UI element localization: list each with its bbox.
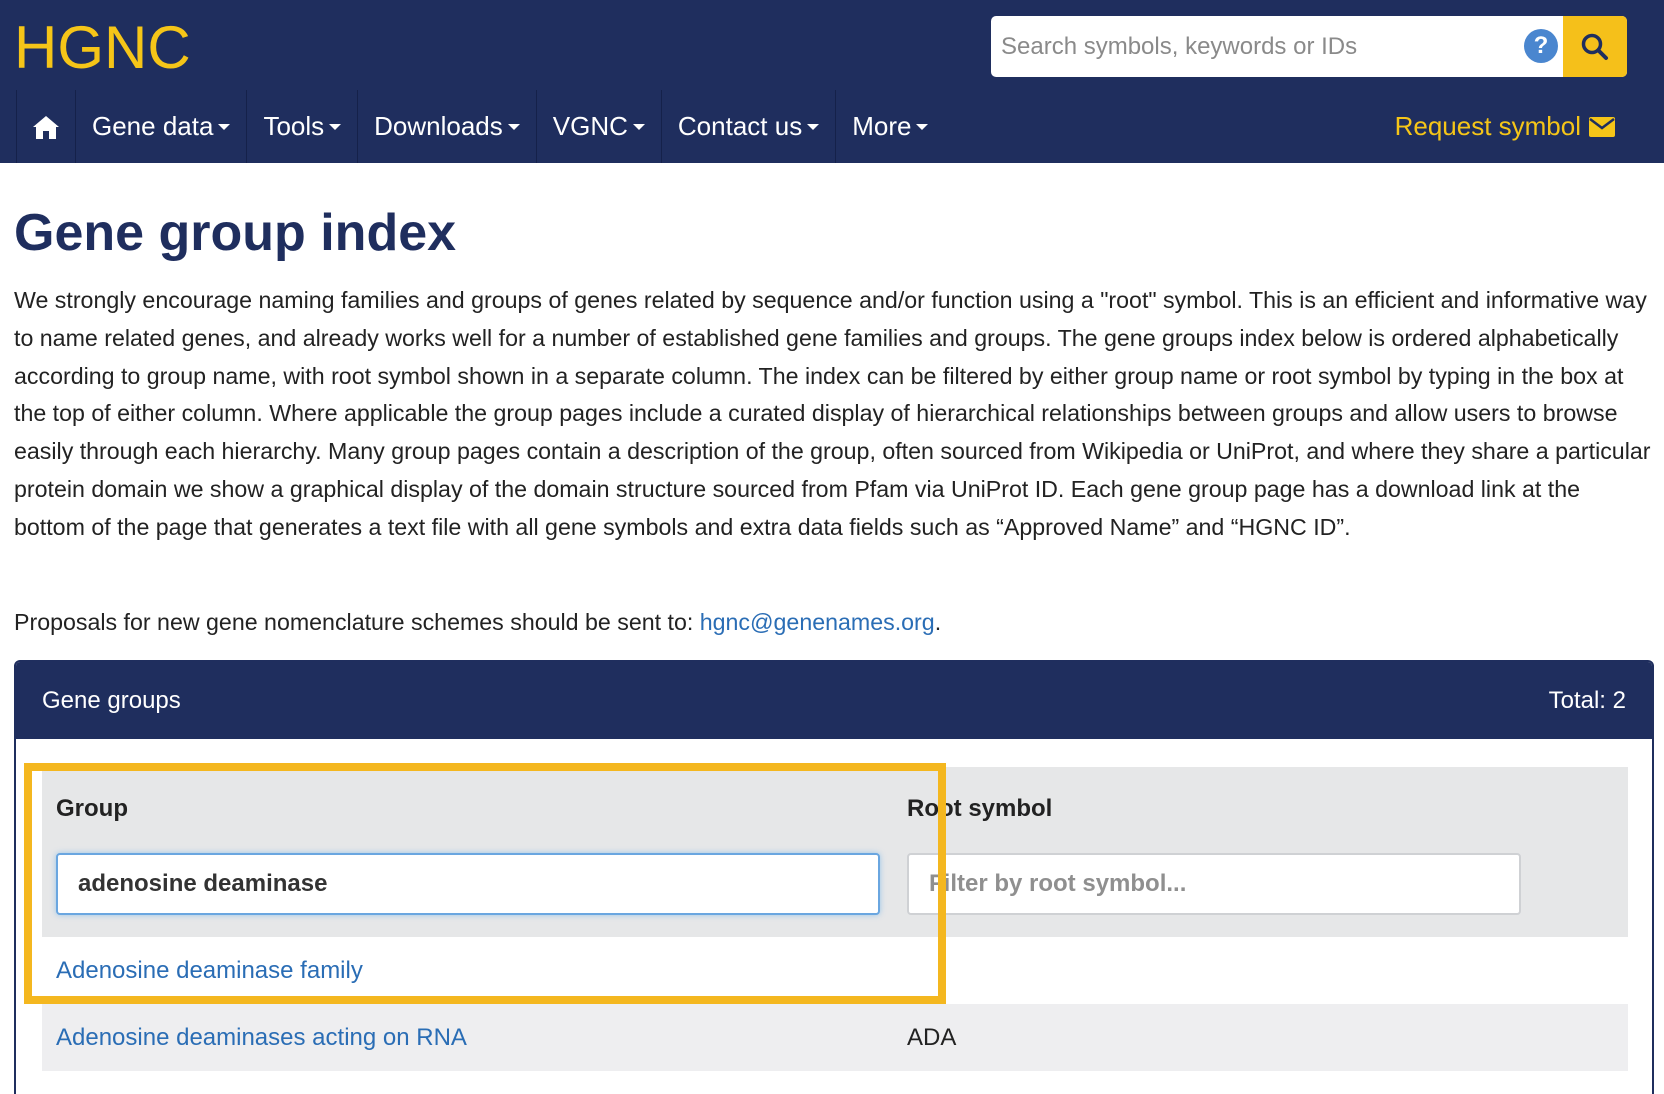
nav-label: Gene data [92, 111, 214, 141]
nav-vgnc[interactable]: VGNC [537, 90, 662, 163]
total-count: Total: 2 [1548, 687, 1626, 714]
root-symbol-filter-input[interactable] [907, 853, 1521, 915]
nav-gene-data[interactable]: Gene data [76, 90, 248, 163]
nav-label: More [852, 111, 912, 141]
caret-down-icon [507, 123, 520, 130]
page-title: Gene group index [14, 204, 457, 262]
table-row: Adenosine deaminases acting on RNA ADA [42, 1004, 1628, 1071]
nav-tools[interactable]: Tools [247, 90, 359, 163]
nav-label: Tools [263, 111, 325, 141]
search-input[interactable] [991, 16, 1521, 77]
root-symbol-cell: ADA [907, 1024, 957, 1051]
search-bar: ? [991, 16, 1627, 77]
request-symbol-label: Request symbol [1394, 111, 1581, 141]
group-link[interactable]: Adenosine deaminases acting on RNA [56, 1004, 467, 1071]
caret-down-icon [916, 123, 929, 130]
group-column-header[interactable]: Group [56, 795, 128, 823]
caret-down-icon [632, 123, 645, 130]
group-filter-input[interactable] [56, 853, 880, 915]
site-header: HGNC ? Gene data Tools Downloads VGNC Co… [0, 0, 1664, 163]
caret-down-icon [807, 123, 820, 130]
group-link[interactable]: Adenosine deaminase family [56, 937, 363, 1004]
root-symbol-column-header[interactable]: Root symbol [907, 795, 1052, 823]
hgnc-logo[interactable]: HGNC [14, 12, 191, 84]
nav-downloads[interactable]: Downloads [358, 90, 537, 163]
main-nav: Gene data Tools Downloads VGNC Contact u… [16, 90, 944, 163]
gene-groups-panel: Gene groups Total: 2 Group Root symbol A… [14, 660, 1654, 1094]
help-icon[interactable]: ? [1524, 29, 1558, 63]
caret-down-icon [218, 123, 231, 130]
proposals-paragraph: Proposals for new gene nomenclature sche… [14, 605, 941, 639]
nav-label: Contact us [677, 111, 803, 141]
nav-more[interactable]: More [836, 90, 944, 163]
nav-home[interactable] [16, 90, 76, 163]
panel-heading: Gene groups Total: 2 [16, 662, 1652, 739]
home-icon [33, 115, 59, 139]
caret-down-icon [329, 123, 342, 130]
request-symbol-link[interactable]: Request symbol [1395, 90, 1615, 163]
nav-label: VGNC [552, 111, 628, 141]
search-button[interactable] [1563, 16, 1627, 77]
panel-title: Gene groups [42, 687, 181, 714]
table-header: Group Root symbol [42, 767, 1628, 937]
proposals-text: Proposals for new gene nomenclature sche… [14, 609, 700, 635]
nav-label: Downloads [374, 111, 503, 141]
envelope-icon [1589, 116, 1615, 137]
search-icon [1581, 33, 1608, 60]
proposals-end: . [934, 609, 942, 635]
email-link[interactable]: hgnc@genenames.org [700, 609, 935, 635]
nav-contact-us[interactable]: Contact us [662, 90, 837, 163]
table-row: Adenosine deaminase family [42, 937, 1628, 1004]
intro-paragraph: We strongly encourage naming families an… [14, 287, 1651, 540]
